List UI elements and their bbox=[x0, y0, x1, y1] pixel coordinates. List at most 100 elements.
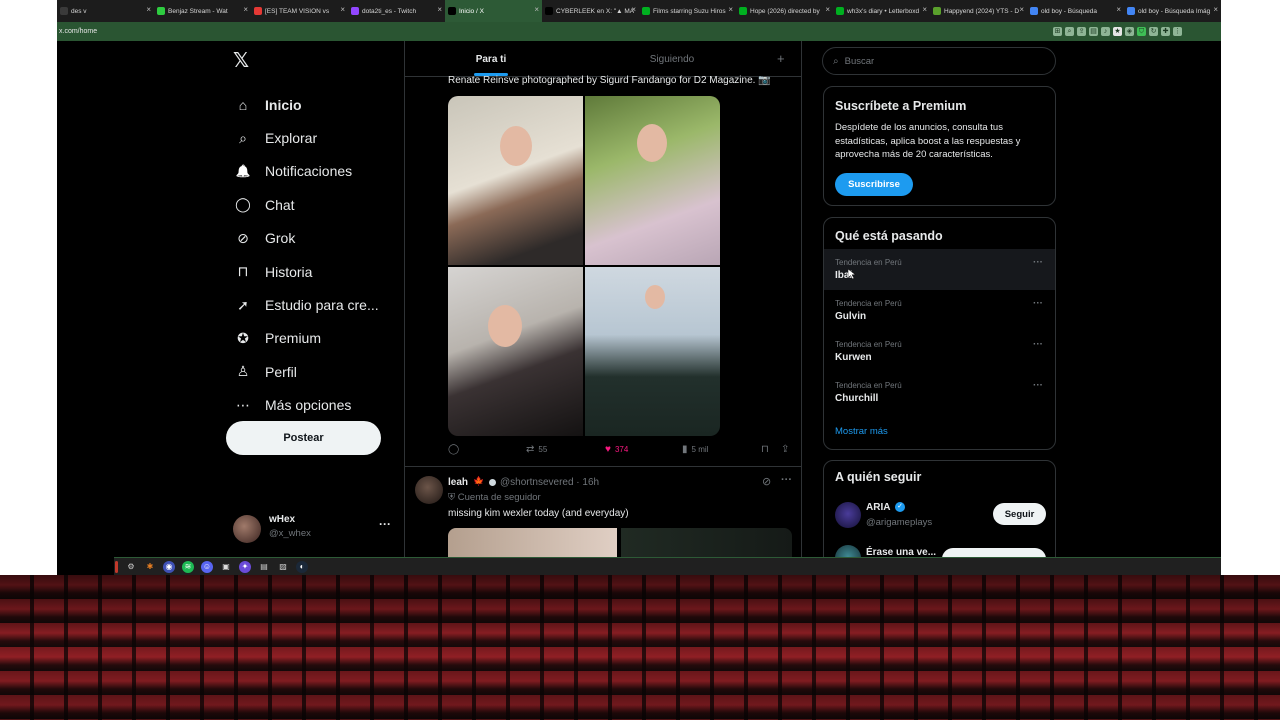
zoom-icon[interactable]: ⌕ bbox=[1065, 27, 1074, 36]
close-icon[interactable]: × bbox=[1116, 5, 1121, 14]
like-button[interactable]: ♥ 374 bbox=[605, 444, 628, 455]
post-button[interactable]: Postear bbox=[226, 421, 381, 455]
more-icon[interactable]: ··· bbox=[1033, 380, 1043, 391]
trend-item[interactable]: Tendencia en Perú Gulvin ··· bbox=[824, 290, 1055, 331]
reply-button[interactable]: ◯ bbox=[448, 444, 459, 455]
close-icon[interactable]: × bbox=[825, 5, 830, 14]
sidebar-item-estudio[interactable]: ➚ Estudio para cre... bbox=[234, 288, 404, 321]
menu-icon[interactable]: ⋮ bbox=[1173, 27, 1182, 36]
reader-icon[interactable]: ▤ bbox=[1089, 27, 1098, 36]
suggested-user-handle[interactable]: @arigameplays bbox=[866, 517, 932, 528]
browser-tab[interactable]: [ES] TEAM VISION vs × bbox=[251, 0, 348, 22]
sidebar-item-historia[interactable]: ⊓ Historia bbox=[234, 255, 404, 288]
sidebar-item-más[interactable]: ⋯ Más opciones bbox=[234, 389, 404, 422]
close-icon[interactable]: × bbox=[340, 5, 345, 14]
share-button[interactable]: ⇪ bbox=[781, 444, 789, 455]
browser-tab[interactable]: wh3x's diary • Letterboxd × bbox=[833, 0, 930, 22]
close-icon[interactable]: × bbox=[922, 5, 927, 14]
subscribe-button[interactable]: Suscribirse bbox=[835, 173, 913, 196]
tweet-photo-3[interactable] bbox=[448, 267, 583, 436]
tweet-photo-2[interactable] bbox=[621, 528, 792, 557]
close-icon[interactable]: × bbox=[534, 5, 539, 14]
browser-tab[interactable]: CYBERLEEK en X: "▲ MA × bbox=[542, 0, 639, 22]
bookmark-button[interactable]: ⊓ bbox=[761, 444, 769, 455]
terminal-icon[interactable]: ▤ bbox=[258, 561, 270, 573]
sidebar-item-grok[interactable]: ⊘ Grok bbox=[234, 222, 404, 255]
sidebar-item-inicio[interactable]: ⌂ Inicio bbox=[234, 88, 404, 121]
trend-item[interactable]: Tendencia en Perú Ibai ··· bbox=[824, 249, 1055, 290]
views-button[interactable]: ▮ 5 mil bbox=[682, 444, 708, 455]
tweet-photo-4[interactable] bbox=[585, 267, 720, 436]
browser-tab[interactable]: Hope (2026) directed by × bbox=[736, 0, 833, 22]
spotify-icon[interactable]: ≋ bbox=[182, 560, 194, 573]
chat-icon[interactable]: ☺ bbox=[201, 560, 213, 573]
browser-tab[interactable]: Films starring Suzu Hiros × bbox=[639, 0, 736, 22]
translate-icon[interactable]: ⊞ bbox=[1053, 27, 1062, 36]
sidebar-item-premium[interactable]: ✪ Premium bbox=[234, 322, 404, 355]
avatar[interactable] bbox=[415, 476, 443, 504]
tweet-author-handle[interactable]: @shortnsevered · 16h bbox=[500, 477, 599, 488]
sidebar-item-notificaciones[interactable]: 🔔 Notificaciones bbox=[234, 155, 404, 188]
settings-icon[interactable]: ✱ bbox=[144, 561, 156, 573]
sidebar-item-explorar[interactable]: ⌕ Explorar bbox=[234, 121, 404, 154]
browser-tab[interactable]: old boy - Búsqueda × bbox=[1027, 0, 1124, 22]
browser-tab[interactable]: Inicio / X × bbox=[445, 0, 542, 22]
tweet-author-name[interactable]: leah bbox=[448, 477, 468, 488]
avatar[interactable] bbox=[835, 545, 861, 557]
close-icon[interactable]: × bbox=[146, 5, 151, 14]
shield-icon[interactable]: ⛉ bbox=[1137, 27, 1146, 36]
more-icon[interactable]: ··· bbox=[1033, 339, 1043, 350]
follow-button[interactable] bbox=[942, 548, 1046, 557]
tweet-photo-grid[interactable] bbox=[448, 96, 720, 436]
browser-tab[interactable]: dota2ti_es - Twitch × bbox=[348, 0, 445, 22]
avatar[interactable] bbox=[835, 502, 861, 528]
close-icon[interactable]: × bbox=[1213, 5, 1218, 14]
sync-icon[interactable]: ↻ bbox=[1149, 27, 1158, 36]
more-icon[interactable]: ··· bbox=[1033, 298, 1043, 309]
close-icon[interactable]: × bbox=[437, 5, 442, 14]
search-input[interactable] bbox=[844, 55, 1035, 67]
browser-icon[interactable]: ◉ bbox=[163, 560, 175, 573]
tweet-photo-1[interactable] bbox=[448, 528, 617, 557]
close-icon[interactable]: × bbox=[243, 5, 248, 14]
share-icon[interactable]: ⇪ bbox=[1077, 27, 1086, 36]
game-icon[interactable]: ✦ bbox=[239, 560, 251, 573]
close-icon[interactable]: × bbox=[1019, 5, 1024, 14]
more-icon[interactable]: ··· bbox=[781, 474, 792, 486]
folder-icon[interactable]: ▣ bbox=[220, 561, 232, 573]
photo-icon[interactable]: ▨ bbox=[277, 561, 289, 573]
x-logo-icon[interactable]: 𝕏 bbox=[233, 51, 253, 71]
browser-tab[interactable]: des v × bbox=[57, 0, 154, 22]
trend-item[interactable]: Tendencia en Perú Churchill ··· bbox=[824, 372, 1055, 413]
suggested-user-name[interactable]: Érase una ve... bbox=[866, 547, 936, 557]
avatar[interactable] bbox=[233, 515, 261, 543]
url-text[interactable]: x.com/home bbox=[57, 28, 1053, 35]
more-icon[interactable]: ··· bbox=[379, 517, 391, 531]
close-icon[interactable]: × bbox=[728, 5, 733, 14]
trend-item[interactable]: Tendencia en Perú Kurwen ··· bbox=[824, 331, 1055, 372]
extension-icon[interactable]: ◈ bbox=[1125, 27, 1134, 36]
audio-icon[interactable]: ♪ bbox=[1101, 27, 1110, 36]
browser-tab[interactable]: old boy - Búsqueda Imág × bbox=[1124, 0, 1221, 22]
tweet-photo-1[interactable] bbox=[448, 96, 583, 265]
suggested-user-name[interactable]: ARIA bbox=[866, 502, 890, 513]
star-icon[interactable]: ★ bbox=[1113, 27, 1122, 36]
sidebar-item-chat[interactable]: ◯ Chat bbox=[234, 188, 404, 221]
show-more-link[interactable]: Mostrar más bbox=[835, 426, 888, 437]
puzzle-icon[interactable]: ✚ bbox=[1161, 27, 1170, 36]
steam-icon[interactable]: ◐ bbox=[296, 560, 308, 573]
follow-button[interactable]: Seguir bbox=[993, 503, 1046, 525]
tab-for-you[interactable]: Para ti bbox=[405, 41, 577, 77]
more-icon[interactable]: ··· bbox=[1033, 257, 1043, 268]
address-bar[interactable]: x.com/home ⊞ ⌕ ⇪ ▤ ♪ ★ ◈ ⛉ ↻ ✚ ⋮ bbox=[57, 22, 1221, 41]
tab-following[interactable]: Siguiendo bbox=[577, 41, 767, 77]
add-tab-icon[interactable]: + bbox=[777, 41, 785, 77]
search-box[interactable]: ⌕ bbox=[822, 47, 1056, 75]
account-switcher[interactable]: wHex @x_whex ··· bbox=[233, 511, 393, 543]
sidebar-item-perfil[interactable]: ♙ Perfil bbox=[234, 355, 404, 388]
grok-icon[interactable]: ⊘ bbox=[762, 475, 771, 488]
gear-icon[interactable]: ⚙ bbox=[125, 561, 137, 573]
tweet[interactable]: leah 🍁 @shortnsevered · 16h ⊘ ··· ⛨ Cuen… bbox=[405, 467, 801, 557]
app-icon[interactable] bbox=[115, 560, 118, 573]
browser-tab[interactable]: Happyend (2024) YTS - D × bbox=[930, 0, 1027, 22]
